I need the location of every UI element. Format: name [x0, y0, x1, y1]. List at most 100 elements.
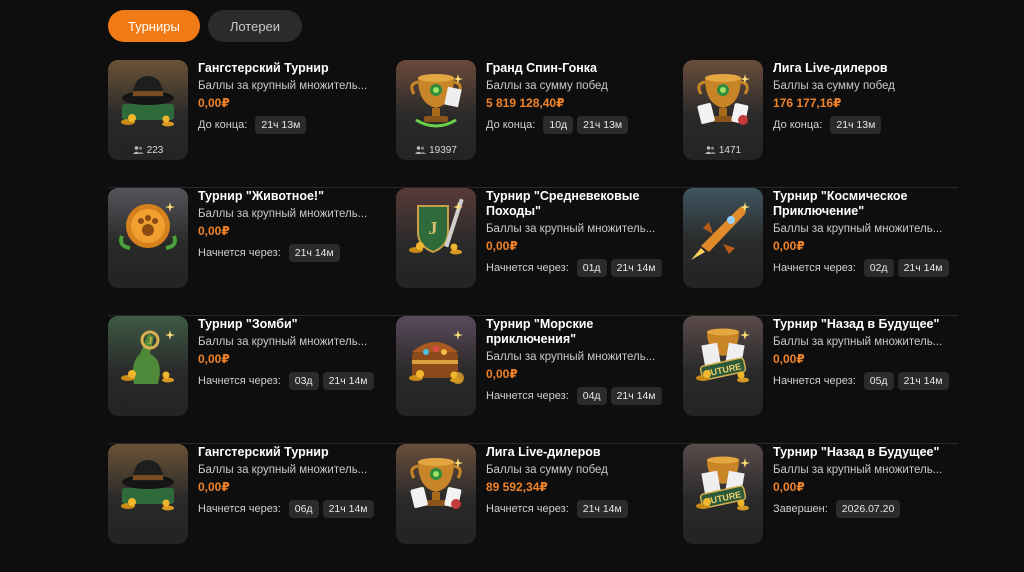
tournament-thumbnail[interactable]: FUTURE	[683, 444, 763, 544]
tournament-card[interactable]: Турнир "Морские приключения" Баллы за кру…	[396, 316, 666, 444]
tournament-thumbnail[interactable]: FUTURE	[683, 316, 763, 416]
timer-chip: 21ч 14м	[288, 244, 340, 262]
timer-label: Начнется через:	[773, 262, 856, 274]
tournament-timer: Начнется через: 03д 21ч 14м	[198, 372, 376, 390]
chest-art-icon	[396, 316, 476, 416]
tournament-title[interactable]: Турнир "Космическое Приключение"	[773, 189, 951, 219]
tournament-card[interactable]: J Турнир "Средневековые Походы" Баллы за к…	[396, 188, 666, 316]
future-art-icon: FUTURE	[683, 316, 763, 416]
prize-amount: 0,00₽	[486, 239, 518, 253]
tournament-info: Гранд Спин-Гонка Баллы за сумму побед 5 81…	[486, 60, 664, 134]
svg-text:J: J	[148, 336, 153, 347]
tournament-grid: 223 Гангстерский Турнир Баллы за крупный м…	[108, 60, 958, 572]
zombie-art-icon: J	[108, 316, 188, 416]
prize-amount: 0,00₽	[773, 480, 805, 494]
tournament-title[interactable]: Гангстерский Турнир	[198, 445, 376, 460]
future-art-icon: FUTURE	[683, 444, 763, 544]
timer-chip: 21ч 14м	[610, 259, 662, 277]
tournament-info: Турнир "Космическое Приключение" Баллы за…	[773, 188, 951, 277]
tournament-title[interactable]: Лига Live-дилеров	[773, 61, 951, 76]
tournament-title[interactable]: Турнир "Животное!"	[198, 189, 376, 204]
tournament-timer: Завершен: 2026.07.20	[773, 500, 951, 518]
tournament-info: Гангстерский Турнир Баллы за крупный множ…	[198, 60, 376, 134]
tournament-thumbnail[interactable]: 19397	[396, 60, 476, 160]
tournament-description: Баллы за крупный множитель...	[198, 208, 368, 220]
timer-label: До конца:	[198, 119, 248, 131]
tournament-card[interactable]: Лига Live-дилеров Баллы за сумму побед 89 …	[396, 444, 666, 572]
tournament-card[interactable]: 19397 Гранд Спин-Гонка Баллы за сумму побе…	[396, 60, 666, 188]
tournament-thumbnail[interactable]	[683, 188, 763, 288]
tournament-timer: Начнется через: 05д 21ч 14м	[773, 372, 951, 390]
tournament-title[interactable]: Гангстерский Турнир	[198, 61, 376, 76]
tournament-description: Баллы за крупный множитель...	[773, 223, 943, 235]
tournament-title[interactable]: Гранд Спин-Гонка	[486, 61, 664, 76]
tournament-thumbnail[interactable]: J	[108, 316, 188, 416]
tournament-card[interactable]: 223 Гангстерский Турнир Баллы за крупный м…	[108, 60, 378, 188]
users-icon	[704, 146, 716, 154]
timer-chip: 04д	[576, 387, 607, 405]
tab-lotteries[interactable]: Лотереи	[207, 10, 303, 42]
prize-amount: 89 592,34₽	[486, 480, 548, 494]
timer-chip: 21ч 14м	[322, 500, 374, 518]
timer-chip: 03д	[288, 372, 319, 390]
tournament-description: Баллы за крупный множитель...	[486, 223, 656, 235]
timer-label: Начнется через:	[486, 503, 569, 515]
tournament-timer: Начнется через: 21ч 14м	[198, 244, 376, 262]
tournament-card[interactable]: 1471 Лига Live-дилеров Баллы за сумму побе…	[683, 60, 953, 188]
users-icon	[132, 146, 144, 154]
tournament-card[interactable]: Турнир "Космическое Приключение" Баллы за…	[683, 188, 953, 316]
tournament-title[interactable]: Турнир "Зомби"	[198, 317, 376, 332]
tournament-card[interactable]: FUTURE Турнир "Назад в Будущее" Баллы за к…	[683, 444, 953, 572]
tournament-thumbnail[interactable]: J	[396, 188, 476, 288]
tournament-thumbnail[interactable]	[396, 316, 476, 416]
tournament-thumbnail[interactable]: 223	[108, 60, 188, 160]
tournament-row: Турнир "Животное!" Баллы за крупный множи…	[108, 188, 958, 316]
timer-chip: 21ч 14м	[322, 372, 374, 390]
timer-chip: 21ч 14м	[610, 387, 662, 405]
tournament-info: Турнир "Назад в Будущее" Баллы за крупный…	[773, 444, 951, 518]
tournament-card[interactable]: J Турнир "Зомби" Баллы за крупный множител…	[108, 316, 378, 444]
tab-tournaments[interactable]: Турниры	[108, 10, 200, 42]
tournament-title[interactable]: Турнир "Назад в Будущее"	[773, 317, 951, 332]
tournament-info: Турнир "Назад в Будущее" Баллы за крупный…	[773, 316, 951, 390]
prize-amount: 0,00₽	[198, 480, 230, 494]
tournament-thumbnail[interactable]	[396, 444, 476, 544]
tournament-title[interactable]: Турнир "Назад в Будущее"	[773, 445, 951, 460]
timer-chip: 05д	[863, 372, 894, 390]
tournament-description: Баллы за крупный множитель...	[198, 336, 368, 348]
rocket-art-icon	[683, 188, 763, 288]
tournament-timer: Начнется через: 21ч 14м	[486, 500, 664, 518]
tournament-row: 223 Гангстерский Турнир Баллы за крупный м…	[108, 60, 958, 188]
timer-chip: 01д	[576, 259, 607, 277]
timer-chip: 21ч 14м	[897, 259, 949, 277]
tournament-info: Турнир "Зомби" Баллы за крупный множитель…	[198, 316, 376, 390]
tournament-timer: Начнется через: 04д 21ч 14м	[486, 387, 664, 405]
timer-label: Начнется через:	[773, 375, 856, 387]
tournament-title[interactable]: Турнир "Средневековые Походы"	[486, 189, 664, 219]
tournament-info: Турнир "Средневековые Походы" Баллы за кр…	[486, 188, 664, 277]
prize-amount: 0,00₽	[198, 96, 230, 110]
tournament-thumbnail[interactable]: 1471	[683, 60, 763, 160]
prize-amount: 0,00₽	[773, 239, 805, 253]
tournament-timer: Начнется через: 06д 21ч 14м	[198, 500, 376, 518]
tournament-description: Баллы за крупный множитель...	[198, 80, 368, 92]
timer-label: Начнется через:	[198, 503, 281, 515]
tournament-description: Баллы за сумму побед	[486, 80, 608, 92]
player-count-value: 1471	[718, 145, 742, 156]
tournament-card[interactable]: FUTURE Турнир "Назад в Будущее" Баллы за к…	[683, 316, 953, 444]
tournament-tabs: Турниры Лотереи	[108, 10, 303, 42]
prize-amount: 0,00₽	[773, 352, 805, 366]
tournament-title[interactable]: Лига Live-дилеров	[486, 445, 664, 460]
shield-art-icon: J	[396, 188, 476, 288]
tournament-thumbnail[interactable]	[108, 188, 188, 288]
tournament-description: Баллы за крупный множитель...	[198, 464, 368, 476]
tournament-card[interactable]: Гангстерский Турнир Баллы за крупный множ…	[108, 444, 378, 572]
player-count-value: 19397	[429, 145, 457, 156]
hat-art-icon	[108, 444, 188, 544]
tournament-title[interactable]: Турнир "Морские приключения"	[486, 317, 664, 347]
player-count: 223	[108, 145, 188, 156]
tournament-timer: До конца: 10д 21ч 13м	[486, 116, 664, 134]
tournament-card[interactable]: Турнир "Животное!" Баллы за крупный множи…	[108, 188, 378, 316]
coin-art-icon	[108, 188, 188, 288]
tournament-thumbnail[interactable]	[108, 444, 188, 544]
